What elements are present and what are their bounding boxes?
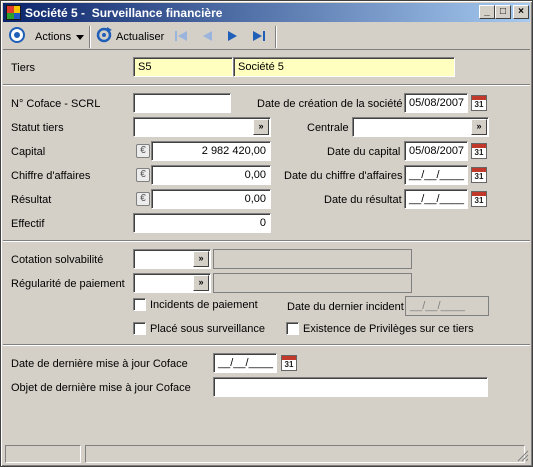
- calendar-icon[interactable]: 31: [471, 143, 487, 159]
- close-button[interactable]: ×: [513, 5, 529, 19]
- section-divider: [3, 344, 530, 346]
- creation-date-label: Date de création de la société: [257, 98, 403, 110]
- coface-number-field[interactable]: [133, 93, 231, 113]
- previous-record-icon[interactable]: [199, 28, 215, 44]
- minimize-button[interactable]: _: [479, 5, 495, 19]
- centrale-label: Centrale: [307, 122, 349, 134]
- first-record-icon[interactable]: [173, 28, 189, 44]
- next-record-icon[interactable]: [225, 28, 241, 44]
- calendar-icon[interactable]: 31: [281, 355, 297, 371]
- statut-select[interactable]: »: [133, 117, 271, 137]
- coface-update-date-field[interactable]: __/__/____: [213, 353, 277, 373]
- effectif-field[interactable]: 0: [133, 213, 271, 233]
- tiers-code-field[interactable]: S5: [133, 57, 233, 77]
- chevron-down-icon[interactable]: »: [471, 119, 487, 135]
- last-incident-field: __/__/____: [405, 296, 489, 316]
- coface-update-object-label: Objet de dernière mise à jour Coface: [11, 382, 191, 394]
- ca-date-label: Date du chiffre d'affaires: [284, 170, 403, 182]
- euro-icon: €: [136, 144, 150, 158]
- status-cell: [85, 445, 525, 463]
- privileges-label: Existence de Privilèges sur ce tiers: [303, 323, 474, 335]
- last-record-icon[interactable]: [251, 28, 267, 44]
- capital-date-label: Date du capital: [327, 146, 401, 158]
- euro-icon: €: [136, 192, 150, 206]
- resultat-date-field[interactable]: __/__/____: [404, 189, 468, 209]
- incidents-checkbox[interactable]: [133, 298, 146, 311]
- chevron-down-icon[interactable]: »: [193, 275, 209, 291]
- capital-label: Capital: [11, 146, 46, 158]
- actions-circle-icon[interactable]: [9, 27, 25, 43]
- section-divider: [3, 240, 530, 242]
- window: Société 5 - Surveillance financière _ □ …: [0, 0, 533, 467]
- regularite-description-field: [213, 273, 412, 293]
- toolbar-separator: [89, 26, 91, 48]
- resultat-label: Résultat: [11, 194, 52, 206]
- chevron-down-icon: [76, 34, 85, 40]
- status-cell: [5, 445, 81, 463]
- surveillance-label: Placé sous surveillance: [150, 323, 265, 335]
- calendar-icon[interactable]: 31: [471, 191, 487, 207]
- maximize-button[interactable]: □: [495, 5, 511, 19]
- app-icon: [6, 5, 21, 20]
- tiers-label: Tiers: [11, 62, 36, 74]
- refresh-label: Actualiser: [116, 31, 165, 43]
- title-bar: Société 5 - Surveillance financière _ □ …: [3, 3, 530, 22]
- privileges-checkbox[interactable]: [286, 322, 299, 335]
- cotation-description-field: [213, 249, 412, 269]
- refresh-button[interactable]: Actualiser: [116, 27, 164, 47]
- calendar-icon[interactable]: 31: [471, 167, 487, 183]
- ca-field[interactable]: 0,00: [151, 165, 271, 185]
- statut-label: Statut tiers: [11, 122, 64, 134]
- section-divider: [3, 84, 530, 86]
- cotation-select[interactable]: »: [133, 249, 211, 269]
- incidents-label: Incidents de paiement: [150, 299, 258, 311]
- actions-menu-button[interactable]: Actions: [35, 27, 85, 47]
- resultat-date-label: Date du résultat: [324, 194, 402, 206]
- coface-number-label: N° Coface - SCRL: [11, 98, 101, 110]
- tiers-name-field[interactable]: Société 5: [233, 57, 455, 77]
- chevron-down-icon[interactable]: »: [253, 119, 269, 135]
- toolbar-separator: [275, 26, 277, 48]
- chevron-down-icon[interactable]: »: [193, 251, 209, 267]
- coface-update-date-label: Date de dernière mise à jour Coface: [11, 358, 188, 370]
- calendar-icon[interactable]: 31: [471, 95, 487, 111]
- capital-date-field[interactable]: 05/08/2007: [404, 141, 468, 161]
- last-incident-label: Date du dernier incident: [287, 301, 404, 313]
- actions-label: Actions: [35, 31, 72, 43]
- regularite-label: Régularité de paiement: [11, 278, 125, 290]
- resultat-field[interactable]: 0,00: [151, 189, 271, 209]
- capital-field[interactable]: 2 982 420,00: [151, 141, 271, 161]
- regularite-select[interactable]: »: [133, 273, 211, 293]
- cotation-label: Cotation solvabilité: [11, 254, 104, 266]
- ca-label: Chiffre d'affaires: [11, 170, 91, 182]
- euro-icon: €: [136, 168, 150, 182]
- resize-grip-icon[interactable]: [515, 448, 529, 462]
- toolbar: Actions Actualiser: [3, 23, 530, 50]
- creation-date-field[interactable]: 05/08/2007: [404, 93, 468, 113]
- surveillance-checkbox[interactable]: [133, 322, 146, 335]
- coface-update-object-field[interactable]: [213, 377, 488, 397]
- centrale-select[interactable]: »: [352, 117, 489, 137]
- effectif-label: Effectif: [11, 218, 45, 230]
- refresh-icon[interactable]: [96, 27, 112, 43]
- ca-date-field[interactable]: __/__/____: [404, 165, 468, 185]
- window-title: Société 5 - Surveillance financière: [25, 6, 223, 20]
